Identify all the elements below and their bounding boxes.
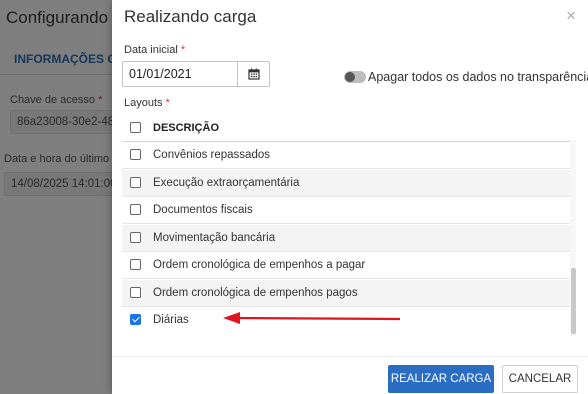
annotation-arrow	[223, 312, 401, 324]
